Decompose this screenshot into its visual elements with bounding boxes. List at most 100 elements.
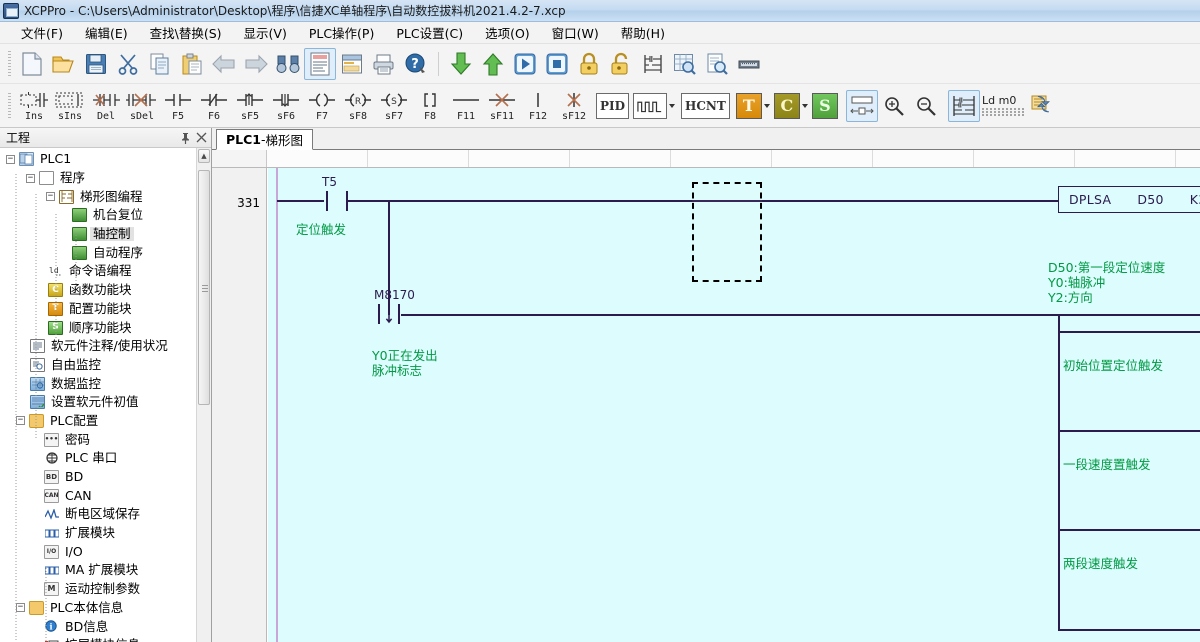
counter-dropdown-chevron-down-icon[interactable] bbox=[802, 104, 808, 108]
counter-button[interactable]: C bbox=[774, 93, 800, 119]
download-plc-icon[interactable] bbox=[445, 48, 477, 80]
tree-item-power-off-save[interactable]: 断电区域保存 bbox=[0, 505, 211, 524]
convert-icon[interactable] bbox=[1026, 90, 1058, 122]
sequence-button[interactable]: S bbox=[812, 93, 838, 119]
contact-no-icon[interactable]: F5 bbox=[160, 87, 196, 125]
data-monitor-icon[interactable] bbox=[669, 48, 701, 80]
tree-item-plc-config[interactable]: − PLC配置 bbox=[0, 412, 211, 431]
expander-collapse-icon[interactable]: − bbox=[16, 603, 25, 612]
ladder-monitor-icon[interactable] bbox=[637, 48, 669, 80]
tree-item-expansion-module[interactable]: 扩展模块 bbox=[0, 524, 211, 543]
save-floppy-icon[interactable] bbox=[80, 48, 112, 80]
insert-block-icon[interactable]: sIns bbox=[52, 87, 88, 125]
tree-item-axis-control[interactable]: 轴控制 bbox=[0, 225, 211, 244]
copy-icon[interactable] bbox=[144, 48, 176, 80]
tree-item-sequence-block[interactable]: S 顺序功能块 bbox=[0, 318, 211, 337]
tree-item-motion-control-params[interactable]: M 运动控制参数 bbox=[0, 580, 211, 599]
selection-box[interactable] bbox=[692, 182, 762, 282]
hcnt-button[interactable]: HCNT bbox=[681, 93, 730, 119]
pid-button[interactable]: PID bbox=[596, 93, 629, 119]
insert-row-icon[interactable]: Ins bbox=[16, 87, 52, 125]
tab-plc1-ladder[interactable]: PLC1 - 梯形图 bbox=[216, 129, 313, 150]
menu-edit[interactable]: 编辑(E) bbox=[74, 21, 139, 44]
tree-item-free-monitor[interactable]: 自由监控 bbox=[0, 356, 211, 375]
sidebar-scroll-thumb[interactable] bbox=[198, 170, 210, 405]
contact-nc-icon[interactable]: F6 bbox=[196, 87, 232, 125]
menu-view[interactable]: 显示(V) bbox=[233, 21, 298, 44]
help-question-icon[interactable]: ? bbox=[400, 48, 432, 80]
menu-file[interactable]: 文件(F) bbox=[10, 21, 74, 44]
tree-item-set-initial-value[interactable]: 设置软元件初值 bbox=[0, 393, 211, 412]
tree-item-instruction-programming[interactable]: ld 命令语编程 bbox=[0, 262, 211, 281]
delete-horizontal-line-icon[interactable]: sF11 bbox=[484, 87, 520, 125]
tree-item-device-comment[interactable]: 软元件注释/使用状况 bbox=[0, 337, 211, 356]
instruction-box-dplsa[interactable]: DPLSA D50 K3 bbox=[1058, 186, 1200, 213]
tree-item-bd[interactable]: BD BD bbox=[0, 468, 211, 487]
pulse-dropdown-chevron-down-icon[interactable] bbox=[669, 104, 675, 108]
serial-port-icon[interactable] bbox=[733, 48, 765, 80]
find-binoculars-icon[interactable] bbox=[272, 48, 304, 80]
coil-set-icon[interactable]: S sF7 bbox=[376, 87, 412, 125]
toolbar-grip-2[interactable] bbox=[8, 93, 11, 119]
vertical-line-icon[interactable]: F12 bbox=[520, 87, 556, 125]
delete-block-icon[interactable]: sDel bbox=[124, 87, 160, 125]
toolbar-grip[interactable] bbox=[8, 51, 11, 77]
contact-falling-icon[interactable]: sF6 bbox=[268, 87, 304, 125]
tree-item-plc-body-info[interactable]: i BD信息 bbox=[0, 617, 211, 636]
tree-item-ladder-programming[interactable]: − 梯形图编程 bbox=[0, 187, 211, 206]
tree-item-bd-info[interactable]: BD 扩展模块信息 bbox=[0, 636, 211, 642]
instruction-display-icon[interactable]: Ld m0 bbox=[980, 90, 1026, 122]
sidebar-scrollbar[interactable]: ▲ bbox=[196, 148, 211, 642]
ladder-view-icon[interactable] bbox=[304, 48, 336, 80]
tree-item-config-block[interactable]: T 配置功能块 bbox=[0, 300, 211, 319]
expander-collapse-icon[interactable]: − bbox=[16, 416, 25, 425]
undo-arrow-icon[interactable] bbox=[208, 48, 240, 80]
tree-item-password[interactable]: ••• 密码 bbox=[0, 430, 211, 449]
coil-out-icon[interactable]: F7 bbox=[304, 87, 340, 125]
stop-plc-icon[interactable] bbox=[541, 48, 573, 80]
ladder-canvas[interactable]: 331 T5 定位触发 M bbox=[212, 168, 1200, 642]
paste-icon[interactable] bbox=[176, 48, 208, 80]
project-tree[interactable]: − PLC1 − 程序 − bbox=[0, 148, 211, 642]
zoom-in-icon[interactable] bbox=[878, 90, 910, 122]
delete-vertical-line-icon[interactable]: sF12 bbox=[556, 87, 592, 125]
ladder-display-icon[interactable] bbox=[948, 90, 980, 122]
menu-plc-settings[interactable]: PLC设置(C) bbox=[385, 21, 474, 44]
tree-item-machine-reset[interactable]: 机台复位 bbox=[0, 206, 211, 225]
tree-item-io[interactable]: I/O I/O bbox=[0, 542, 211, 561]
menu-window[interactable]: 窗口(W) bbox=[541, 21, 610, 44]
tree-item-function-block[interactable]: C 函数功能块 bbox=[0, 281, 211, 300]
free-monitor-icon[interactable] bbox=[701, 48, 733, 80]
contact-no-T5[interactable] bbox=[324, 191, 350, 211]
tree-item-auto-program[interactable]: 自动程序 bbox=[0, 243, 211, 262]
close-icon[interactable] bbox=[193, 130, 209, 146]
delete-contact-icon[interactable]: Del bbox=[88, 87, 124, 125]
tree-item-plc-info[interactable]: − PLC本体信息 bbox=[0, 599, 211, 618]
contact-rising-icon[interactable]: sF5 bbox=[232, 87, 268, 125]
tree-item-program[interactable]: − 程序 bbox=[0, 169, 211, 188]
print-icon[interactable] bbox=[368, 48, 400, 80]
new-file-icon[interactable] bbox=[16, 48, 48, 80]
lock-closed-icon[interactable] bbox=[573, 48, 605, 80]
tree-item-data-monitor[interactable]: 数据监控 bbox=[0, 374, 211, 393]
expander-collapse-icon[interactable]: − bbox=[46, 192, 55, 201]
instruction-list-icon[interactable] bbox=[336, 48, 368, 80]
horizontal-line-icon[interactable]: F11 bbox=[448, 87, 484, 125]
tree-item-plc-serial[interactable]: PLC 串口 bbox=[0, 449, 211, 468]
ladder-diagram[interactable]: T5 定位触发 M8170 bbox=[268, 168, 1200, 642]
run-plc-icon[interactable] bbox=[509, 48, 541, 80]
upload-plc-icon[interactable] bbox=[477, 48, 509, 80]
menu-find-replace[interactable]: 查找\替换(S) bbox=[139, 21, 233, 44]
menu-help[interactable]: 帮助(H) bbox=[610, 21, 676, 44]
pulse-button[interactable] bbox=[633, 93, 667, 119]
timer-button[interactable]: T bbox=[736, 93, 762, 119]
contact-falling-M8170[interactable] bbox=[376, 304, 402, 324]
timer-dropdown-chevron-down-icon[interactable] bbox=[764, 104, 770, 108]
menu-plc-operation[interactable]: PLC操作(P) bbox=[298, 21, 386, 44]
pin-icon[interactable] bbox=[177, 130, 193, 146]
coil-reset-icon[interactable]: R sF8 bbox=[340, 87, 376, 125]
cut-scissors-icon[interactable] bbox=[112, 48, 144, 80]
scroll-up-arrow-icon[interactable]: ▲ bbox=[198, 149, 210, 163]
fit-width-icon[interactable] bbox=[846, 90, 878, 122]
expander-collapse-icon[interactable]: − bbox=[26, 174, 35, 183]
